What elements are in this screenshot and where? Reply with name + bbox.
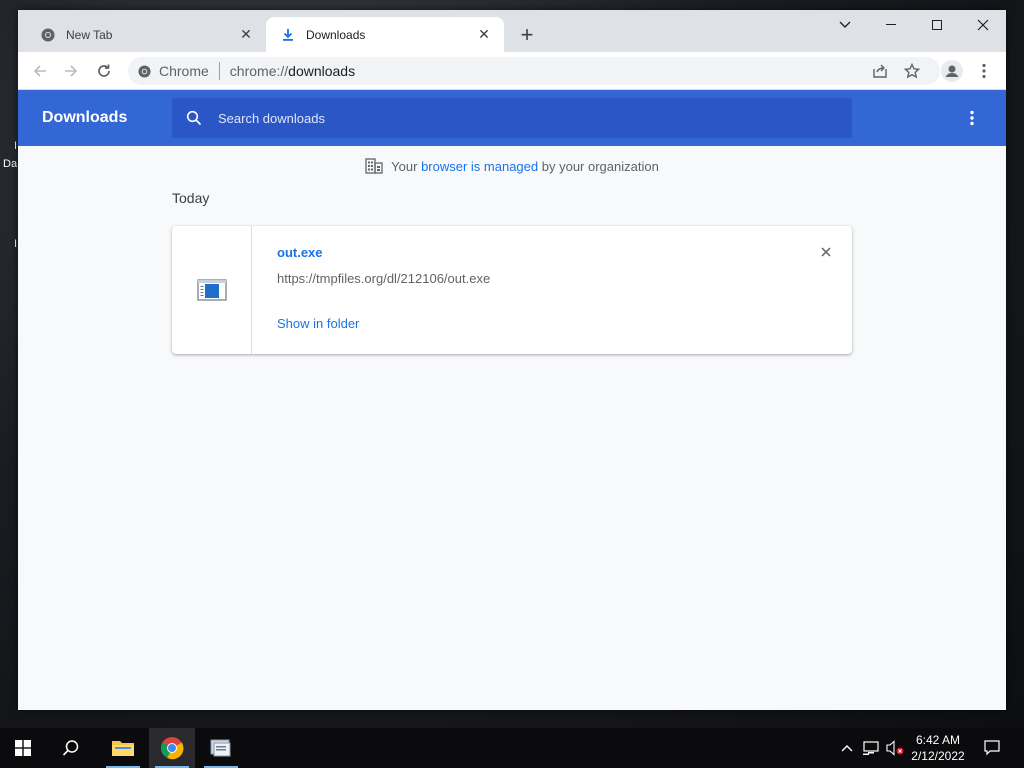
notification-icon	[984, 740, 1000, 756]
back-button[interactable]	[28, 59, 52, 83]
site-chip: Chrome	[159, 63, 209, 79]
folder-icon	[112, 741, 134, 756]
chrome-icon	[138, 64, 151, 78]
browser-menu-button[interactable]	[972, 59, 996, 83]
close-icon	[821, 247, 831, 257]
managed-suffix: by your organization	[541, 158, 659, 174]
browser-window: New Tab ✕ Downloads ✕ + Chrome chrome://…	[18, 10, 1006, 710]
action-center-button[interactable]	[978, 728, 1006, 768]
more-vert-icon	[970, 110, 974, 126]
address-bar[interactable]: Chrome chrome:// downloads	[128, 57, 940, 85]
search-box[interactable]	[172, 98, 852, 138]
profile-button[interactable]	[940, 59, 964, 83]
chrome-icon	[161, 737, 184, 760]
volume-status[interactable]	[884, 728, 906, 768]
taskbar-search-button[interactable]	[48, 728, 94, 768]
divider	[218, 62, 220, 80]
reload-button[interactable]	[92, 59, 116, 83]
download-file-name[interactable]: out.exe	[277, 245, 323, 260]
managed-prefix: Your	[391, 158, 418, 174]
managed-link[interactable]: browser is managed	[421, 159, 538, 174]
remove-download-button[interactable]	[818, 244, 834, 260]
page-title: Downloads	[42, 109, 128, 126]
tab-title: Downloads	[306, 27, 366, 42]
avatar-icon	[941, 60, 963, 82]
url-scheme: chrome://	[229, 63, 289, 79]
minimize-button[interactable]	[868, 10, 914, 40]
desktop-icon-label: Da	[3, 158, 18, 170]
star-icon	[904, 63, 920, 79]
bookmark-button[interactable]	[900, 59, 924, 83]
taskbar-app[interactable]	[198, 728, 244, 768]
chrome-icon	[40, 27, 56, 43]
search-input[interactable]	[218, 110, 852, 126]
download-item: out.exe https://tmpfiles.org/dl/212106/o…	[172, 226, 852, 354]
share-icon	[873, 64, 887, 78]
managed-notice: Your browser is managed by your organiza…	[18, 158, 1006, 174]
app-icon	[210, 739, 231, 757]
tab-title: New Tab	[66, 27, 113, 42]
tab-strip: New Tab ✕ Downloads ✕ +	[18, 10, 1006, 52]
close-tab-icon[interactable]: ✕	[476, 26, 492, 43]
taskbar-chrome[interactable]	[149, 728, 195, 768]
desktop-icon-label: I	[14, 140, 18, 152]
start-button[interactable]	[0, 728, 46, 768]
download-url[interactable]: https://tmpfiles.org/dl/212106/out.exe	[277, 271, 490, 286]
tab-search-button[interactable]	[822, 10, 868, 40]
downloads-header: Downloads	[18, 90, 1006, 146]
search-icon	[62, 740, 79, 756]
minimize-icon	[886, 24, 896, 25]
close-window-button[interactable]	[960, 10, 1006, 40]
tab-downloads[interactable]: Downloads ✕	[266, 17, 504, 52]
clock-date: 2/12/2022	[911, 749, 965, 763]
exe-file-icon	[196, 279, 227, 301]
network-status[interactable]	[860, 728, 882, 768]
close-tab-icon[interactable]: ✕	[238, 26, 254, 43]
desktop-icon-label: I	[14, 238, 18, 250]
maximize-icon	[932, 20, 942, 30]
url-host: downloads	[288, 63, 356, 79]
search-icon	[186, 110, 202, 126]
close-icon	[977, 19, 989, 31]
arrow-right-icon	[65, 65, 78, 77]
date-heading: Today	[172, 190, 210, 206]
downloads-menu-button[interactable]	[962, 108, 982, 128]
show-hidden-icons-button[interactable]	[838, 728, 856, 768]
file-icon-column	[172, 226, 252, 354]
taskbar-file-explorer[interactable]	[100, 728, 146, 768]
tab-new-tab[interactable]: New Tab ✕	[26, 17, 266, 52]
chevron-up-icon	[841, 745, 853, 752]
chevron-down-icon	[839, 21, 851, 28]
forward-button[interactable]	[59, 59, 83, 83]
browser-toolbar: Chrome chrome:// downloads	[18, 52, 1006, 90]
taskbar-clock[interactable]: 6:42 AM 2/12/2022	[906, 732, 970, 764]
windows-icon	[15, 740, 31, 756]
volume-muted-icon	[886, 740, 904, 756]
arrow-left-icon	[33, 65, 46, 77]
building-icon	[365, 158, 383, 174]
share-button[interactable]	[868, 59, 892, 83]
new-tab-button[interactable]: +	[514, 23, 540, 49]
show-in-folder-link[interactable]: Show in folder	[277, 316, 359, 331]
clock-time: 6:42 AM	[915, 733, 961, 747]
maximize-button[interactable]	[914, 10, 960, 40]
more-vert-icon	[982, 63, 986, 79]
download-icon	[280, 27, 296, 43]
reload-icon	[98, 64, 110, 77]
taskbar: 6:42 AM 2/12/2022	[0, 728, 1024, 768]
network-icon	[863, 741, 879, 755]
